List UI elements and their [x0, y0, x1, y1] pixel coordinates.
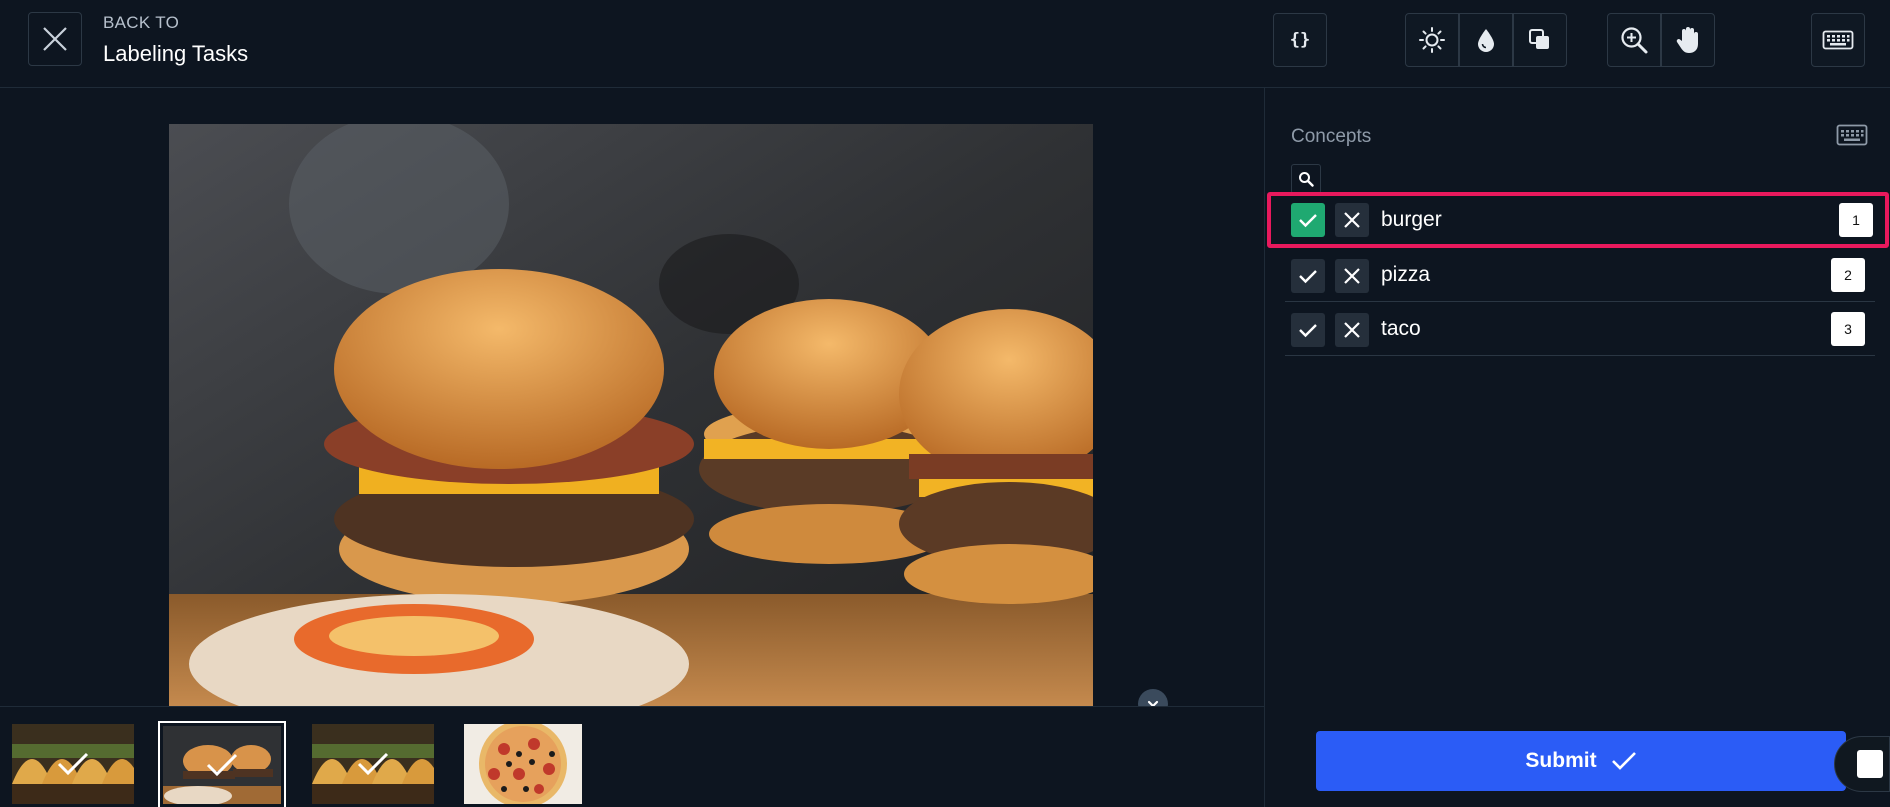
concept-no-button[interactable]: [1335, 203, 1369, 237]
concept-label: taco: [1381, 317, 1421, 340]
concept-label: pizza: [1381, 263, 1431, 286]
check-icon: [1611, 752, 1636, 770]
concept-row-pizza[interactable]: pizza 2: [1285, 248, 1875, 302]
concept-no-button[interactable]: [1335, 259, 1369, 293]
zoom-in-button[interactable]: [1607, 13, 1661, 67]
chat-icon: [1857, 750, 1883, 778]
concept-row-taco[interactable]: taco 3: [1285, 302, 1875, 356]
image-viewer: [0, 88, 1264, 719]
contrast-icon: [1529, 29, 1549, 49]
pizza-thumbnail-image: [464, 724, 582, 804]
zoom-in-icon: [1621, 27, 1648, 54]
shortcut-key-badge: 3: [1831, 312, 1865, 346]
search-icon: [1299, 172, 1314, 187]
pan-hand-icon: [1676, 27, 1698, 53]
concept-no-button[interactable]: [1335, 313, 1369, 347]
chat-widget-button[interactable]: [1834, 736, 1890, 792]
saturation-button[interactable]: [1459, 13, 1513, 67]
keyboard-icon: [1822, 30, 1854, 50]
concepts-panel: Concepts burger 1 pizza 2 taco 3 Submit: [1264, 88, 1890, 807]
check-icon: [1299, 270, 1317, 284]
concepts-title: Concepts: [1291, 126, 1372, 147]
submit-label: Submit: [1525, 749, 1597, 772]
labeled-check-icon: [57, 752, 89, 776]
brightness-button[interactable]: [1405, 13, 1459, 67]
thumbnail-burgers[interactable]: [158, 721, 286, 807]
brightness-icon: [1419, 27, 1445, 53]
top-bar: BACK TO Labeling Tasks {}: [0, 0, 1890, 88]
filmstrip: [0, 706, 1264, 807]
burgers-photo: [169, 124, 1093, 707]
json-braces-icon: {}: [1289, 30, 1311, 50]
check-icon: [1299, 214, 1317, 228]
pan-button[interactable]: [1661, 13, 1715, 67]
concept-shortcuts-button[interactable]: [1836, 122, 1868, 153]
concept-yes-button[interactable]: [1291, 313, 1325, 347]
concept-yes-button[interactable]: [1291, 259, 1325, 293]
thumbnail-tacos-1[interactable]: [12, 724, 134, 804]
close-icon: [43, 27, 67, 51]
search-concepts-button[interactable]: [1291, 164, 1321, 194]
labeled-check-icon: [357, 752, 389, 776]
contrast-button[interactable]: [1513, 13, 1567, 67]
close-icon: [1344, 268, 1360, 284]
shortcut-key-badge: 2: [1831, 258, 1865, 292]
back-to-label: BACK TO: [103, 13, 180, 32]
saturation-drop-icon: [1478, 29, 1494, 52]
concept-row-burger[interactable]: burger 1: [1267, 192, 1889, 248]
labeled-check-icon: [206, 753, 238, 777]
concept-label: burger: [1381, 208, 1442, 231]
submit-button[interactable]: Submit: [1316, 731, 1846, 791]
thumbnail-pizza[interactable]: [464, 724, 586, 804]
close-icon: [1344, 322, 1360, 338]
thumbnail-tacos-2[interactable]: [312, 724, 434, 804]
image-canvas[interactable]: [169, 124, 1093, 707]
check-icon: [1299, 324, 1317, 338]
keyboard-shortcuts-button[interactable]: [1811, 13, 1865, 67]
close-icon: [1344, 212, 1360, 228]
back-to-link[interactable]: Labeling Tasks: [103, 41, 248, 67]
keyboard-icon: [1836, 124, 1868, 146]
shortcut-key-badge: 1: [1839, 203, 1873, 237]
json-view-button[interactable]: {}: [1273, 13, 1327, 67]
close-button[interactable]: [28, 12, 82, 66]
concept-yes-button[interactable]: [1291, 203, 1325, 237]
